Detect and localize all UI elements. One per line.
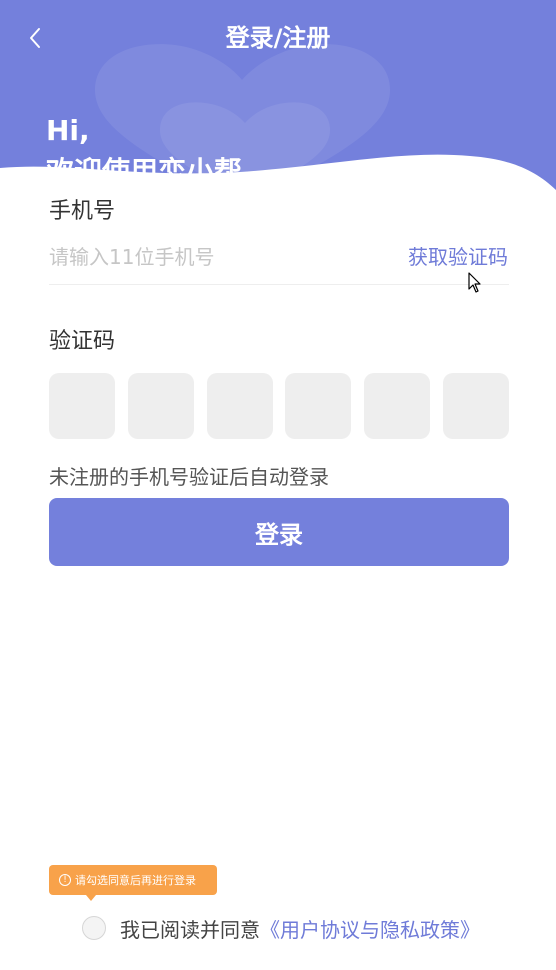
- agreement-tooltip: ! 请勾选同意后再进行登录: [49, 865, 217, 895]
- phone-divider: [49, 284, 509, 285]
- phone-input[interactable]: [49, 240, 389, 274]
- tooltip-text: 请勾选同意后再进行登录: [75, 874, 196, 887]
- tooltip-arrow: [86, 895, 96, 901]
- code-box-4[interactable]: [285, 373, 352, 439]
- header: 登录/注册 Hi, 欢迎使用恋小帮: [0, 0, 556, 200]
- auto-register-hint: 未注册的手机号验证后自动登录: [49, 465, 329, 489]
- code-box-2[interactable]: [127, 373, 194, 439]
- phone-label: 手机号: [49, 199, 116, 224]
- mouse-cursor-icon: [468, 272, 481, 293]
- code-label: 验证码: [49, 329, 116, 354]
- code-box-5[interactable]: [364, 373, 431, 439]
- code-box-6[interactable]: [442, 373, 509, 439]
- agreement-text: 我已阅读并同意: [120, 917, 260, 942]
- code-box-3[interactable]: [206, 373, 273, 439]
- login-button[interactable]: 登录: [49, 498, 509, 566]
- page-title: 登录/注册: [225, 24, 331, 52]
- info-icon: !: [59, 874, 71, 886]
- get-code-button[interactable]: 获取验证码: [408, 242, 508, 272]
- code-input-group[interactable]: [49, 373, 509, 439]
- agreement-checkbox[interactable]: [82, 916, 106, 940]
- agreement-link[interactable]: 《用户协议与隐私政策》: [260, 914, 480, 943]
- code-box-1[interactable]: [49, 373, 115, 439]
- header-wave: [0, 154, 556, 200]
- greeting-text: Hi,: [46, 114, 90, 147]
- agreement-row: 我已阅读并同意 《用户协议与隐私政策》: [82, 912, 480, 944]
